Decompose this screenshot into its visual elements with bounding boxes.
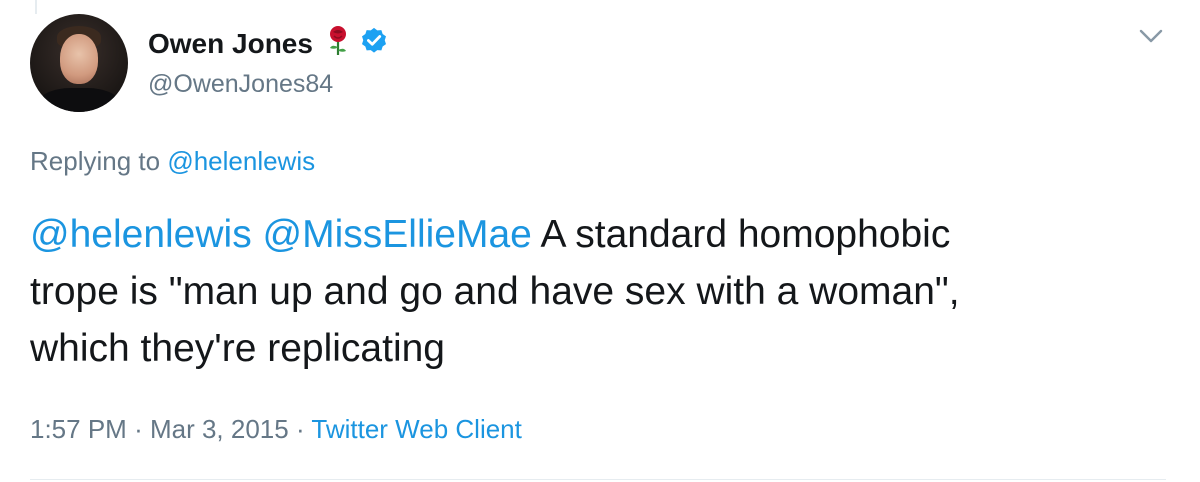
thread-connector-line: [35, 0, 37, 14]
tweet-metadata: 1:57 PM · Mar 3, 2015 · Twitter Web Clie…: [30, 414, 522, 445]
meta-separator: ·: [134, 414, 143, 444]
tweet-time[interactable]: 1:57 PM: [30, 414, 127, 444]
meta-separator: ·: [295, 414, 305, 444]
tweet-line-2: trope is "man up and go and have sex wit…: [30, 270, 960, 313]
author-handle[interactable]: @OwenJones84: [148, 70, 333, 99]
tweet-date[interactable]: Mar 3, 2015: [150, 414, 289, 444]
mention-link[interactable]: @helenlewis: [30, 213, 252, 256]
verified-badge-icon: [359, 26, 389, 61]
replying-to: Replying to @helenlewis: [30, 146, 315, 177]
chevron-down-icon[interactable]: [1138, 26, 1164, 46]
divider: [30, 479, 1166, 480]
avatar-shirt: [38, 88, 120, 112]
mention-link[interactable]: @MissEllieMae: [263, 213, 532, 256]
author-row: Owen Jones: [148, 26, 389, 61]
avatar[interactable]: [30, 14, 128, 112]
replying-to-label: Replying to: [30, 146, 161, 176]
replying-to-link[interactable]: @helenlewis: [167, 146, 315, 176]
tweet-text-segment: A standard homophobic: [540, 213, 951, 256]
author-name[interactable]: Owen Jones: [148, 28, 313, 60]
tweet-source-link[interactable]: Twitter Web Client: [311, 414, 521, 444]
avatar-face: [60, 34, 98, 84]
tweet-text: @helenlewis @MissEllieMae A standard hom…: [30, 206, 1170, 377]
tweet-line-3: which they're replicating: [30, 327, 445, 370]
tweet-line-1: @helenlewis @MissEllieMae A standard hom…: [30, 206, 1170, 263]
rose-icon: [327, 26, 349, 61]
